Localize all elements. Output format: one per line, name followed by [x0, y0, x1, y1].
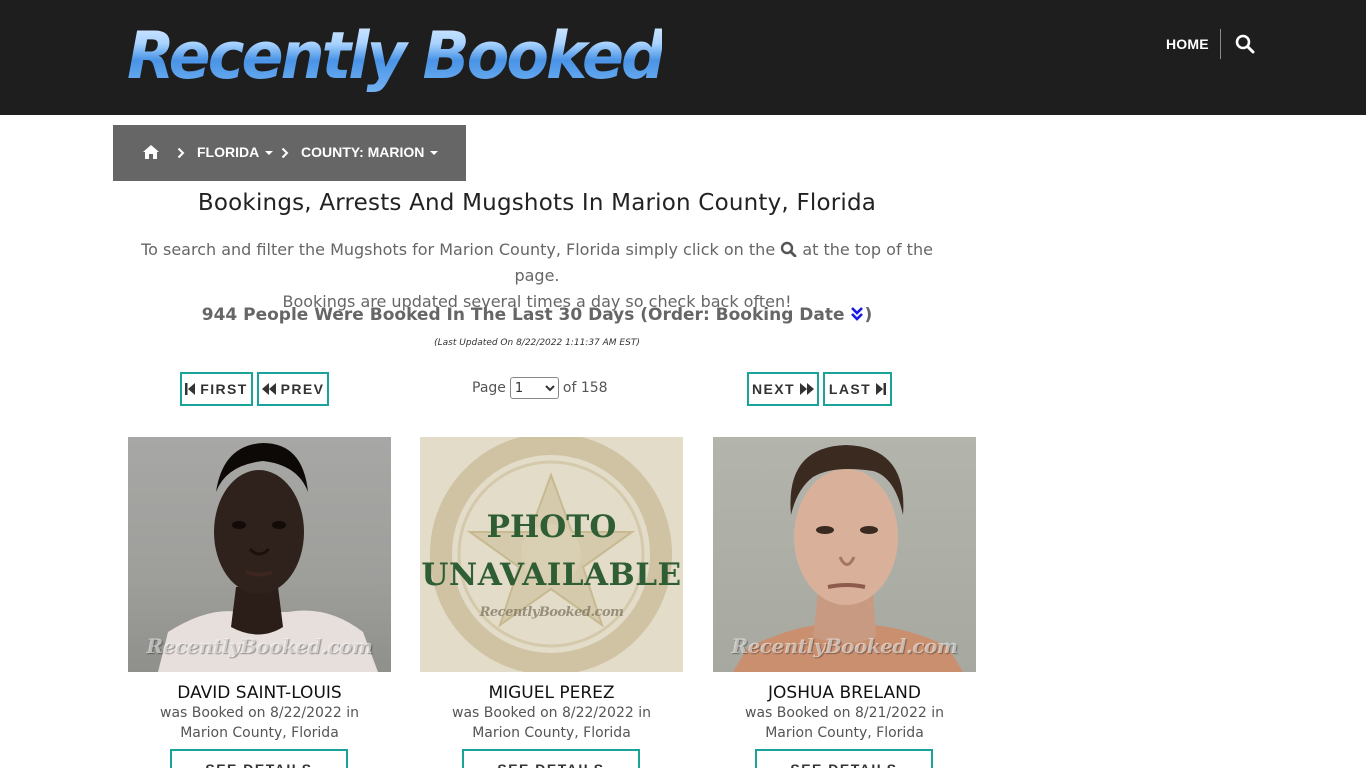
chevron-right-icon: [177, 146, 185, 159]
last-updated: (Last Updated On 8/22/2022 1:11:37 AM ES…: [434, 338, 640, 348]
nav-home-link[interactable]: HOME: [1166, 36, 1209, 52]
caret-down-icon: [430, 151, 439, 155]
double-chevron-down-icon[interactable]: [850, 306, 864, 322]
photo-unavailable-line1: PHOTO: [486, 509, 617, 545]
person-name[interactable]: DAVID SAINT-LOUIS: [108, 683, 411, 703]
site-logo[interactable]: Recently Booked Recently Booked: [127, 14, 665, 179]
search-icon: [780, 239, 797, 258]
last-page-button[interactable]: LAST: [823, 372, 892, 406]
breadcrumb-county-dropdown[interactable]: COUNTY: MARION: [301, 144, 439, 160]
booking-date: was Booked on 8/22/2022 in: [452, 705, 651, 721]
breadcrumb: FLORIDA COUNTY: MARION: [113, 125, 466, 181]
booking-location: Marion County, Florida: [765, 725, 924, 741]
step-backward-icon: [185, 383, 196, 395]
person-name[interactable]: MIGUEL PEREZ: [400, 683, 703, 703]
page-title: Bookings, Arrests And Mugshots In Marion…: [197, 190, 877, 216]
see-details-button[interactable]: SEE DETAILS: [755, 749, 933, 768]
booking-card: RecentlyBooked.com DAVID SAINT-LOUIS was…: [128, 437, 391, 768]
booking-date: was Booked on 8/22/2022 in: [160, 705, 359, 721]
breadcrumb-state-dropdown[interactable]: FLORIDA: [197, 144, 274, 160]
watermark-text: RecentlyBooked.com: [731, 634, 958, 658]
see-details-button[interactable]: SEE DETAILS: [462, 749, 640, 768]
page-selector: Page 1 of 158: [472, 377, 608, 399]
last-page-label: LAST: [828, 381, 872, 397]
step-forward-icon: [876, 383, 887, 395]
page-select[interactable]: 1: [509, 377, 559, 399]
home-icon[interactable]: [143, 145, 159, 159]
watermark-text: RecentlyBooked.com: [146, 634, 373, 658]
photo-unavailable-line2: UNAVAILABLE: [421, 557, 682, 593]
booking-date: was Booked on 8/21/2022 in: [745, 705, 944, 721]
person-name[interactable]: JOSHUA BRELAND: [693, 683, 996, 703]
forward-icon: [799, 383, 814, 395]
watermark-text: RecentlyBooked.com: [479, 605, 624, 620]
mugshot-photo[interactable]: RecentlyBooked.com: [713, 437, 976, 672]
booking-card: PHOTO UNAVAILABLE RecentlyBooked.com MIG…: [420, 437, 683, 768]
search-icon[interactable]: [1235, 34, 1255, 54]
chevron-right-icon: [281, 146, 289, 159]
intro-text: To search and filter the Mugshots for Ma…: [128, 237, 946, 315]
mugshot-photo[interactable]: RecentlyBooked.com: [128, 437, 391, 672]
booking-location: Marion County, Florida: [180, 725, 339, 741]
page-total: of 158: [562, 380, 608, 396]
breadcrumb-county-label: COUNTY: MARION: [301, 144, 425, 160]
booking-count-close: ): [864, 305, 873, 325]
backward-icon: [261, 383, 276, 395]
page-label: Page: [472, 380, 506, 396]
first-page-button[interactable]: FIRST: [180, 372, 253, 406]
photo-unavailable-placeholder[interactable]: PHOTO UNAVAILABLE RecentlyBooked.com: [420, 437, 683, 672]
booking-count: 944 People Were Booked In The Last 30 Da…: [128, 305, 946, 325]
first-page-label: FIRST: [200, 381, 248, 397]
prev-page-label: PREV: [280, 381, 325, 397]
logo-text: Recently Booked: [127, 14, 665, 98]
prev-page-button[interactable]: PREV: [257, 372, 329, 406]
site-header: Recently Booked Recently Booked HOME: [0, 0, 1366, 179]
booking-count-text: 944 People Were Booked In The Last 30 Da…: [201, 305, 845, 325]
booking-info: was Booked on 8/21/2022 in Marion County…: [693, 703, 996, 743]
next-page-label: NEXT: [752, 381, 795, 397]
booking-location: Marion County, Florida: [472, 725, 631, 741]
breadcrumb-state-label: FLORIDA: [197, 144, 260, 160]
booking-info: was Booked on 8/22/2022 in Marion County…: [108, 703, 411, 743]
next-page-button[interactable]: NEXT: [747, 372, 819, 406]
booking-card: RecentlyBooked.com JOSHUA BRELAND was Bo…: [713, 437, 976, 768]
caret-down-icon: [265, 151, 274, 155]
see-details-button[interactable]: SEE DETAILS: [170, 749, 348, 768]
booking-info: was Booked on 8/22/2022 in Marion County…: [400, 703, 703, 743]
intro-text-part1: To search and filter the Mugshots for Ma…: [141, 240, 776, 259]
nav-divider: [1220, 29, 1221, 59]
